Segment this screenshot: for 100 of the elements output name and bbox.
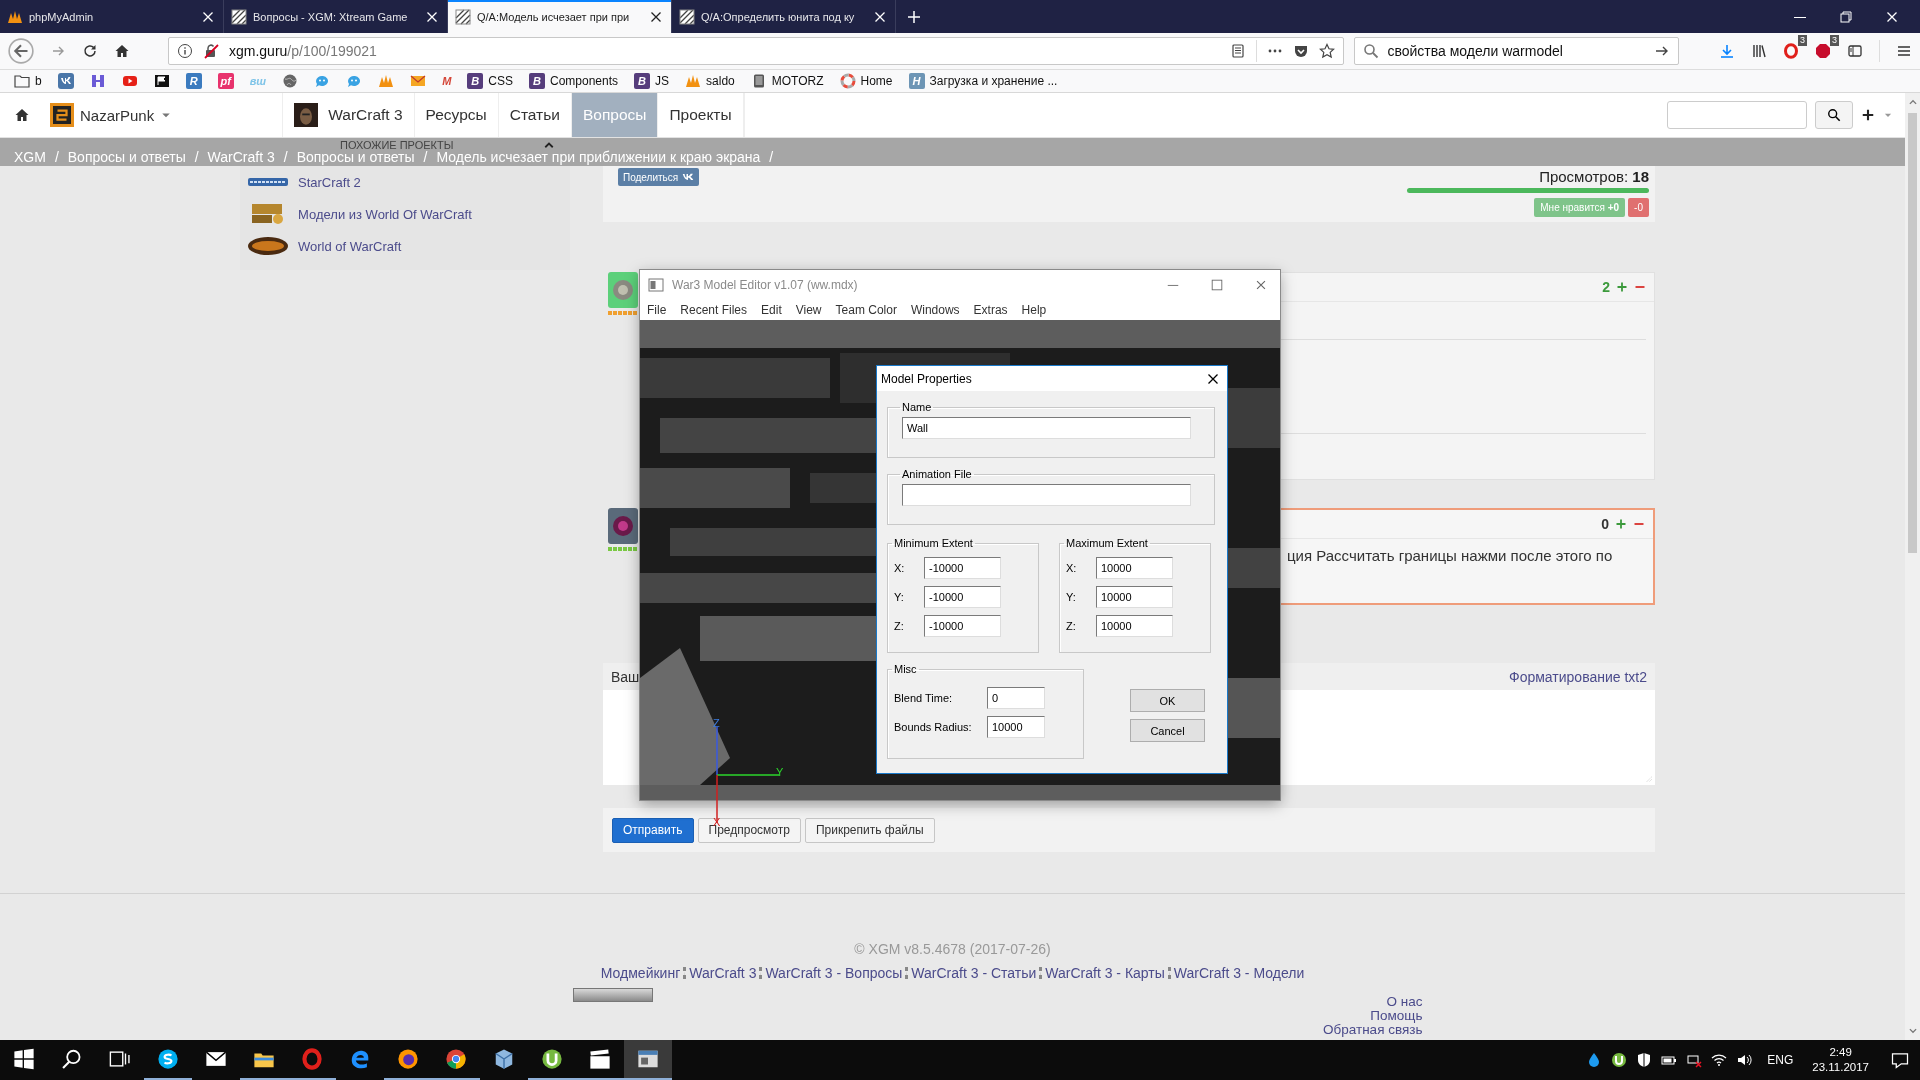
footer-link[interactable]: WarCraft 3 - Модели — [1173, 965, 1305, 981]
hatched-square-icon — [455, 8, 471, 25]
menu-item[interactable]: Help — [1021, 303, 1047, 317]
nav-tab[interactable]: Ресурсы — [414, 93, 499, 137]
number-field[interactable]: -10000 — [924, 585, 1001, 608]
answer-text: ция Рассчитать границы нажми после этого по — [1287, 547, 1613, 564]
number-field[interactable]: 10000 — [987, 715, 1045, 738]
torrent-icon[interactable] — [1611, 1052, 1628, 1068]
footer-link[interactable]: Модмейкинг — [600, 965, 681, 981]
footer-link[interactable]: WarCraft 3 — [689, 965, 757, 981]
bookmark[interactable]: Home — [837, 72, 895, 90]
scrollbar[interactable] — [1905, 93, 1920, 1040]
count-badge: 3 — [1830, 35, 1839, 46]
browser-tab[interactable]: Q/A:Модель исчезает при при — [448, 0, 672, 33]
star-icon[interactable] — [1319, 43, 1336, 59]
info-icon[interactable] — [177, 43, 193, 59]
nav-tab[interactable]: Статьи — [498, 93, 572, 137]
number-field[interactable]: -10000 — [924, 614, 1001, 637]
plus-icon[interactable] — [1861, 108, 1875, 122]
dialog-button[interactable]: OK — [1130, 689, 1205, 712]
stop-sign-icon[interactable] — [1815, 43, 1831, 59]
footer-link[interactable]: WarCraft 3 - Статьи — [911, 965, 1037, 981]
ring-icon[interactable] — [1783, 43, 1799, 59]
menu-item[interactable]: Windows — [910, 303, 960, 317]
home-icon[interactable] — [14, 107, 30, 123]
footer-link[interactable]: Помощь — [1370, 1009, 1423, 1023]
text-field[interactable]: Wall — [902, 417, 1191, 439]
bookmark[interactable]: M — [440, 74, 454, 88]
field-label: X: — [894, 561, 906, 574]
bookmark[interactable]: B CSS — [465, 72, 515, 90]
group-label: Name — [901, 401, 933, 413]
tab-title: Q/A:Модель исчезает при при — [477, 10, 631, 23]
scroll-thumb[interactable] — [1908, 113, 1917, 553]
shield-icon[interactable] — [1636, 1052, 1653, 1068]
nav-tab[interactable]: Проекты — [658, 93, 744, 137]
project-link[interactable]: World of WarCraft — [298, 238, 402, 254]
taskbar-button[interactable] — [624, 1040, 672, 1080]
wifi-icon[interactable] — [1711, 1052, 1728, 1068]
search-button[interactable] — [1815, 101, 1853, 129]
number-field[interactable]: 10000 — [1096, 614, 1173, 637]
download-icon[interactable] — [1719, 43, 1735, 59]
library-icon[interactable] — [1751, 43, 1767, 59]
sidebar-icon[interactable] — [1847, 43, 1863, 59]
field-label: X: — [1066, 561, 1078, 574]
chevron-down-icon[interactable] — [1907, 1026, 1918, 1036]
address-field[interactable]: xgm.guru/p/100/199021 — [168, 37, 1345, 65]
search-field[interactable] — [1667, 101, 1807, 129]
number-field[interactable]: -10000 — [924, 556, 1001, 579]
language-indicator[interactable]: ENG — [1767, 1053, 1794, 1067]
bookmark[interactable]: B Components — [527, 72, 621, 90]
home-icon[interactable] — [114, 43, 130, 59]
dropdown-title[interactable]: ПОХОЖИЕ ПРОЕКТЫ — [340, 139, 454, 151]
user-menu[interactable]: NazarPunk — [50, 103, 173, 127]
counter-banner[interactable] — [572, 988, 653, 1002]
maximize-icon[interactable] — [1210, 278, 1224, 292]
globe-icon — [282, 73, 299, 89]
menu-item[interactable]: Recent Files — [680, 303, 748, 317]
bookmark[interactable]: H Загрузка и хранение ... — [906, 72, 1060, 90]
number-field[interactable]: 10000 — [1096, 585, 1173, 608]
bookmark[interactable]: saldo — [683, 72, 737, 90]
reload-icon[interactable] — [82, 43, 98, 59]
chevron-up-icon[interactable] — [1907, 97, 1918, 107]
avatar-icon — [50, 103, 74, 127]
network-off-icon[interactable] — [1686, 1052, 1703, 1068]
back-icon[interactable] — [8, 38, 34, 64]
windows-icon — [13, 1048, 35, 1070]
footer-link[interactable]: WarCraft 3 - Карты — [1045, 965, 1165, 981]
footer-link[interactable]: WarCraft 3 - Вопросы — [765, 965, 903, 981]
form-button[interactable]: Прикрепить файлы — [804, 817, 935, 843]
menu-item[interactable]: Edit — [761, 303, 782, 317]
menu-item[interactable]: Extras — [973, 303, 1008, 317]
menu-item[interactable]: Team Color — [835, 303, 897, 317]
footer-link[interactable]: Обратная связь — [1323, 1023, 1423, 1037]
nav-tab[interactable]: WarCraft 3 — [283, 93, 415, 137]
bookmark[interactable]: B JS — [632, 72, 672, 90]
text-field[interactable] — [902, 484, 1191, 506]
project-link[interactable]: Модели из World Of WarCraft — [298, 206, 472, 222]
new-tab-icon[interactable] — [906, 8, 922, 25]
menu-item[interactable]: File — [647, 303, 667, 317]
search-field[interactable]: свойства модели warmodel — [1354, 37, 1679, 65]
notifications-icon[interactable] — [1890, 1050, 1910, 1070]
restore-icon[interactable] — [1838, 8, 1854, 25]
bookmark[interactable]: pf — [215, 72, 236, 90]
number-field[interactable]: 10000 — [1096, 556, 1173, 579]
menu-item[interactable]: View — [795, 303, 822, 317]
form-button[interactable]: Отправить — [612, 817, 694, 843]
speaker-icon[interactable] — [1736, 1052, 1753, 1068]
menu-icon[interactable] — [1896, 43, 1912, 59]
footer-link[interactable]: О нас — [1386, 995, 1423, 1009]
letter-tile-icon: B — [634, 73, 651, 89]
bookmark[interactable]: b — [12, 72, 44, 90]
reader-view-icon[interactable] — [1230, 43, 1247, 59]
number-field[interactable]: 0 — [987, 686, 1045, 709]
formatting-link[interactable]: Форматирование txt2 — [1509, 668, 1647, 685]
pocket-icon[interactable] — [1293, 43, 1310, 59]
bookmark[interactable]: R — [183, 72, 204, 90]
dialog-button[interactable]: Cancel — [1130, 719, 1205, 742]
project-link[interactable]: StarCraft 2 — [298, 174, 361, 190]
bookmark[interactable]: MOTORZ — [748, 72, 826, 90]
share-button[interactable]: Поделиться — [618, 168, 700, 186]
